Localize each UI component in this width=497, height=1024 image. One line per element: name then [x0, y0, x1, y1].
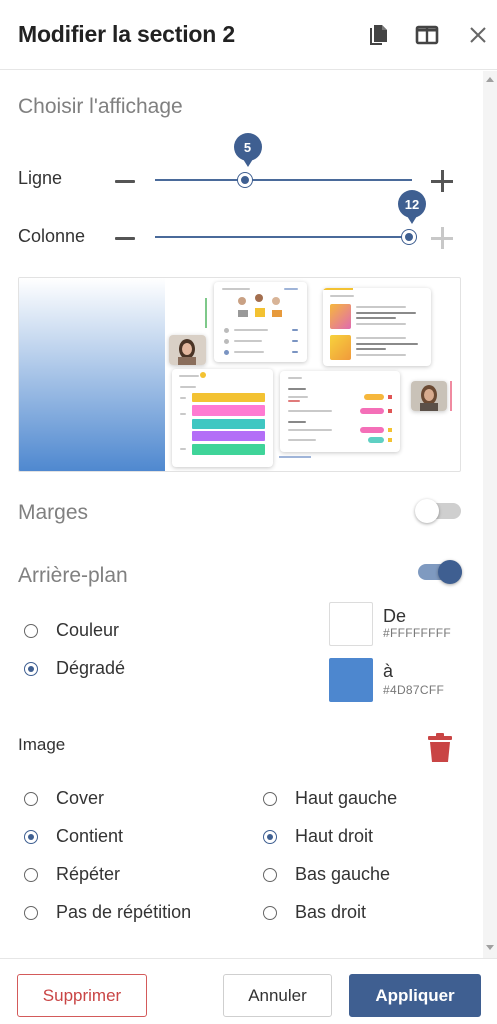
column-label: Colonne	[18, 226, 86, 246]
radio-pos-top-right[interactable]	[263, 830, 277, 844]
gradient-from-hex: #FFFFFFFF	[383, 626, 452, 640]
gradient-to-swatch[interactable]	[329, 658, 373, 702]
scroll-down-arrow-icon[interactable]	[486, 945, 494, 950]
radio-pos-bottom-right[interactable]	[263, 906, 277, 920]
radio-pos-top-right-label: Haut droit	[295, 826, 374, 846]
radio-pos-top-left[interactable]	[263, 792, 277, 806]
radio-fit-repeat[interactable]	[24, 868, 38, 882]
row-slider-thumb[interactable]	[237, 173, 252, 187]
background-toggle-knob	[438, 560, 462, 584]
preview-accent-bar-right	[450, 381, 452, 411]
row-decrease-button[interactable]	[115, 180, 135, 183]
image-label: Image	[18, 735, 66, 754]
row-value-bubble: 5	[233, 133, 262, 167]
column-slider-thumb[interactable]	[402, 230, 416, 244]
columns-layout-icon[interactable]	[414, 22, 440, 48]
radio-color[interactable]	[24, 624, 38, 638]
radio-gradient-label: Dégradé	[56, 658, 126, 678]
margins-toggle[interactable]	[415, 499, 461, 523]
layout-preview-thumbnail	[18, 277, 461, 472]
radio-fit-contain-label: Contient	[56, 826, 124, 846]
column-value-bubble: 12	[398, 190, 426, 224]
panel-footer: Supprimer Annuler Appliquer	[0, 958, 497, 1024]
radio-fit-no-repeat[interactable]	[24, 906, 38, 920]
column-decrease-button[interactable]	[115, 237, 135, 240]
gradient-preview-strip	[19, 278, 165, 471]
radio-fit-cover[interactable]	[24, 792, 38, 806]
preview-card-tasks	[280, 371, 400, 452]
gradient-to-label: à	[383, 661, 394, 681]
preview-card-news	[323, 288, 431, 366]
scroll-up-arrow-icon[interactable]	[486, 77, 494, 82]
radio-pos-bottom-right-label: Bas droit	[295, 902, 367, 922]
column-increase-button[interactable]	[431, 227, 453, 249]
copy-icon[interactable]	[365, 22, 391, 48]
radio-pos-top-left-label: Haut gauche	[295, 788, 398, 808]
row-increase-button[interactable]	[431, 170, 453, 192]
panel-title: Modifier la section 2	[18, 21, 235, 47]
gradient-from-swatch[interactable]	[329, 602, 373, 646]
preview-underline	[279, 456, 311, 458]
radio-color-label: Couleur	[56, 620, 120, 640]
background-toggle[interactable]	[418, 560, 462, 584]
margins-label: Marges	[18, 501, 89, 524]
preview-accent-bar	[205, 298, 207, 328]
row-label: Ligne	[18, 168, 63, 188]
trash-icon[interactable]	[427, 733, 453, 763]
delete-button[interactable]: Supprimer	[17, 974, 147, 1017]
preview-photo-card-right	[411, 381, 447, 411]
radio-pos-bottom-left[interactable]	[263, 868, 277, 882]
cancel-button[interactable]: Annuler	[223, 974, 332, 1017]
vertical-scrollbar[interactable]	[483, 71, 497, 958]
background-label: Arrière-plan	[18, 564, 128, 587]
apply-button[interactable]: Appliquer	[349, 974, 481, 1017]
radio-fit-repeat-label: Répéter	[56, 864, 121, 884]
preview-card-contributors	[214, 282, 307, 362]
row-slider-track[interactable]	[155, 179, 412, 181]
column-slider-track[interactable]	[155, 236, 412, 238]
radio-fit-cover-label: Cover	[56, 788, 105, 808]
gradient-from-label: De	[383, 606, 407, 626]
close-icon[interactable]	[465, 22, 491, 48]
gradient-to-hex: #4D87CFF	[383, 683, 445, 697]
margins-toggle-knob	[415, 499, 439, 523]
radio-fit-no-repeat-label: Pas de répétition	[56, 902, 192, 922]
layout-section-title: Choisir l'affichage	[18, 95, 183, 118]
radio-pos-bottom-left-label: Bas gauche	[295, 864, 391, 884]
radio-gradient[interactable]	[24, 662, 38, 676]
radio-fit-contain[interactable]	[24, 830, 38, 844]
preview-card-agenda	[172, 369, 273, 467]
panel-header: Modifier la section 2	[0, 0, 497, 70]
preview-photo-card	[169, 335, 206, 365]
